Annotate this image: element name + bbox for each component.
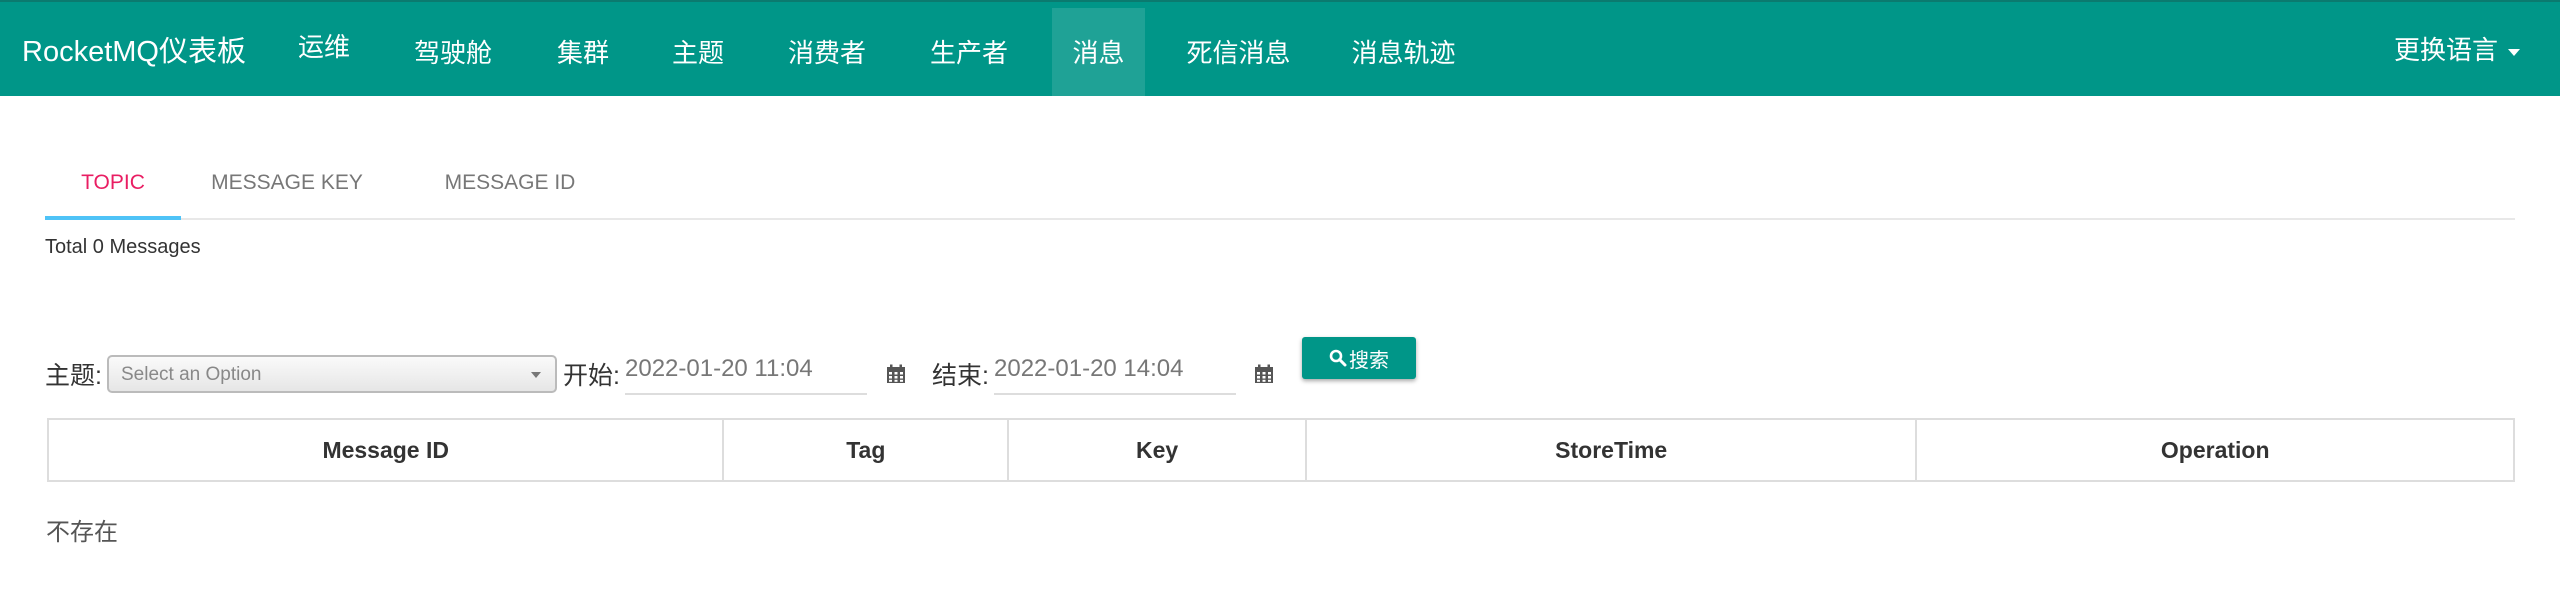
nav-item-ops[interactable]: 运维: [279, 2, 369, 92]
message-table: Message ID Tag Key StoreTime Operation: [46, 418, 2515, 482]
nav-item-producer[interactable]: 生产者: [917, 8, 1021, 98]
language-dropdown[interactable]: 更换语言: [2394, 30, 2520, 67]
nav-item-cluster[interactable]: 集群: [538, 8, 628, 98]
dropdown-arrow-icon: [531, 372, 541, 378]
brand-title[interactable]: RocketMQ仪表板: [22, 28, 246, 70]
table-header-row: Message ID Tag Key StoreTime Operation: [46, 418, 2515, 482]
total-messages: Total 0 Messages: [45, 236, 201, 258]
nav-item-message-trace[interactable]: 消息轨迹: [1336, 8, 1471, 98]
end-label: 结束:: [932, 362, 989, 390]
end-time-input[interactable]: [994, 345, 1236, 395]
search-button-label: 搜索: [1349, 349, 1389, 372]
tab-topic[interactable]: TOPIC: [45, 150, 181, 220]
nav-item-dashboard[interactable]: 驾驶舱: [401, 8, 505, 98]
topic-select[interactable]: Select an Option: [107, 355, 557, 393]
column-header-key: Key: [1007, 418, 1307, 482]
column-header-message-id: Message ID: [46, 418, 725, 482]
calendar-icon[interactable]: [1254, 364, 1274, 384]
tab-message-id[interactable]: MESSAGE ID: [433, 150, 587, 220]
start-time-input[interactable]: [625, 345, 867, 395]
search-button[interactable]: 搜索: [1302, 337, 1416, 379]
nav-item-dlq-message[interactable]: 死信消息: [1171, 8, 1306, 98]
language-label: 更换语言: [2393, 35, 2498, 65]
column-header-tag: Tag: [722, 418, 1010, 482]
topic-label: 主题:: [45, 362, 102, 390]
topic-select-placeholder: Select an Option: [121, 364, 262, 385]
query-tabs: TOPIC MESSAGE KEY MESSAGE ID: [45, 150, 2515, 220]
start-label: 开始:: [563, 362, 620, 390]
empty-state-text: 不存在: [46, 519, 118, 546]
column-header-operation: Operation: [1915, 418, 2515, 482]
tab-message-key[interactable]: MESSAGE KEY: [207, 150, 367, 220]
nav-item-topic[interactable]: 主题: [653, 8, 743, 98]
nav-item-consumer[interactable]: 消费者: [775, 8, 879, 98]
top-navbar: RocketMQ仪表板 运维 驾驶舱 集群 主题 消费者 生产者 消息 死信消息…: [0, 0, 2560, 98]
calendar-icon[interactable]: [886, 364, 906, 384]
caret-down-icon: [2508, 48, 2520, 56]
column-header-storetime: StoreTime: [1304, 418, 1918, 482]
search-icon: [1329, 349, 1347, 367]
nav-item-message[interactable]: 消息: [1052, 8, 1145, 98]
